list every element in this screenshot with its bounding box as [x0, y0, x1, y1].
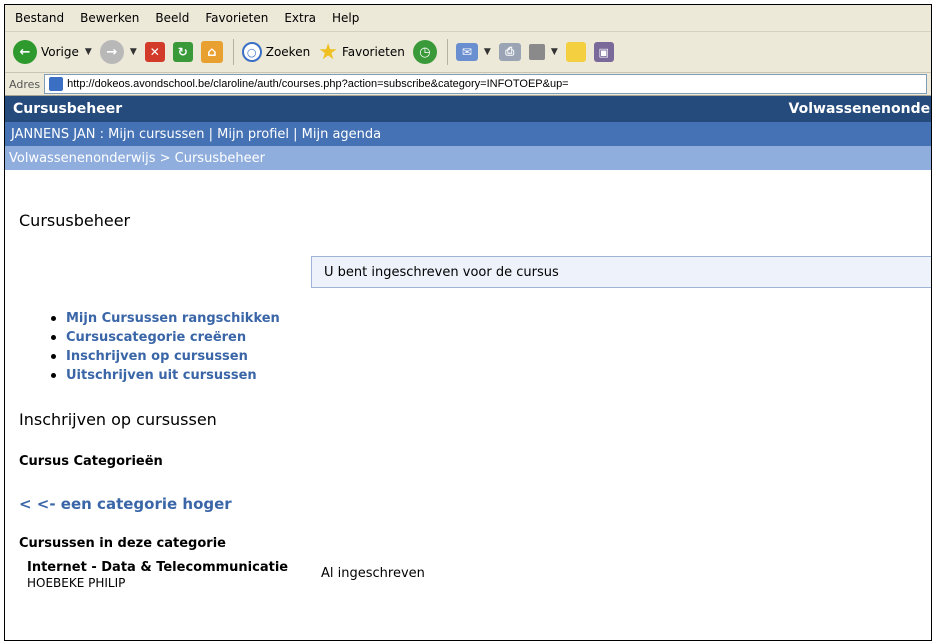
confirmation-message: U bent ingeschreven voor de cursus	[311, 256, 931, 288]
courses-heading: Cursussen in deze categorie	[19, 536, 226, 551]
menu-bewerken[interactable]: Bewerken	[80, 11, 139, 25]
printer-icon: ⎙	[498, 43, 521, 61]
breadcrumb: Volwassenenonderwijs > Cursusbeheer	[5, 146, 931, 170]
user-nav-bar: JANNENS JAN : Mijn cursussen | Mijn prof…	[5, 122, 931, 146]
forward-button[interactable]: → ▼	[99, 40, 137, 64]
breadcrumb-text[interactable]: Volwassenenonderwijs > Cursusbeheer	[9, 151, 265, 166]
back-label: Vorige	[41, 45, 79, 59]
menu-help[interactable]: Help	[332, 11, 359, 25]
note-icon	[565, 42, 586, 62]
confirmation-text: U bent ingeschreven voor de cursus	[324, 264, 559, 280]
link-label: Mijn Cursussen rangschikken	[66, 311, 280, 326]
books-icon: ▣	[593, 42, 614, 62]
star-icon: ★	[318, 39, 338, 65]
browser-window: Bestand Bewerken Beeld Favorieten Extra …	[4, 4, 932, 641]
menu-bestand[interactable]: Bestand	[15, 11, 64, 25]
subscribe-heading: Inschrijven op cursussen	[19, 410, 217, 429]
toolbar-separator	[232, 39, 234, 65]
search-label: Zoeken	[265, 45, 311, 59]
bullet	[51, 373, 56, 378]
link-subscribe[interactable]: Inschrijven op cursussen	[35, 347, 280, 366]
course-teacher: HOEBEKE PHILIP	[27, 576, 126, 590]
toolbar-separator	[446, 39, 448, 65]
link-sort-courses[interactable]: Mijn Cursussen rangschikken	[35, 309, 280, 328]
categories-heading: Cursus Categorieën	[19, 454, 163, 469]
course-status: Al ingeschreven	[321, 566, 425, 581]
favorites-label: Favorieten	[341, 45, 405, 59]
history-icon: ◷	[412, 40, 437, 64]
mail-icon: ✉	[455, 43, 478, 61]
site-header: Cursusbeheer Volwassenenonder	[5, 96, 931, 122]
stop-button[interactable]: ✕	[144, 42, 165, 62]
forward-arrow-icon: →	[99, 40, 124, 64]
user-nav-links[interactable]: JANNENS JAN : Mijn cursussen | Mijn prof…	[11, 127, 381, 142]
discuss-button[interactable]	[565, 42, 586, 62]
print-button[interactable]: ⎙	[498, 43, 521, 61]
mail-button[interactable]: ✉ ▼	[455, 43, 491, 61]
bullet	[51, 335, 56, 340]
address-label: Adres	[9, 77, 41, 91]
link-create-category[interactable]: Cursuscategorie creëren	[35, 328, 280, 347]
bullet	[51, 354, 56, 359]
address-bar: Adres http://dokeos.avondschool.be/claro…	[5, 73, 931, 96]
home-icon: ⌂	[200, 41, 223, 63]
history-button[interactable]: ◷	[412, 40, 437, 64]
favorites-button[interactable]: ★ Favorieten	[318, 40, 405, 65]
refresh-icon: ↻	[172, 42, 193, 62]
link-label: Uitschrijven uit cursussen	[66, 368, 257, 383]
link-label: Cursuscategorie creëren	[66, 330, 247, 345]
menu-beeld[interactable]: Beeld	[155, 11, 189, 25]
refresh-button[interactable]: ↻	[172, 42, 193, 62]
search-icon: ○	[241, 42, 262, 62]
page-icon	[49, 77, 64, 91]
menu-bar: Bestand Bewerken Beeld Favorieten Extra …	[5, 5, 931, 32]
action-links: Mijn Cursussen rangschikken Cursuscatego…	[35, 309, 280, 385]
header-title: Cursusbeheer	[13, 101, 123, 117]
address-input[interactable]: http://dokeos.avondschool.be/claroline/a…	[44, 74, 927, 94]
search-button[interactable]: ○ Zoeken	[241, 42, 311, 62]
link-label: Inschrijven op cursussen	[66, 349, 248, 364]
chevron-down-icon[interactable]: ▼	[551, 47, 558, 57]
chevron-down-icon[interactable]: ▼	[130, 47, 137, 57]
bullet	[51, 316, 56, 321]
stop-icon: ✕	[144, 42, 165, 62]
menu-extra[interactable]: Extra	[284, 11, 316, 25]
chevron-down-icon[interactable]: ▼	[484, 47, 491, 57]
edit-button[interactable]: ▼	[528, 44, 558, 60]
address-url: http://dokeos.avondschool.be/claroline/a…	[67, 78, 569, 90]
course-title: Internet - Data & Telecommunicatie	[27, 560, 289, 575]
link-unsubscribe[interactable]: Uitschrijven uit cursussen	[35, 366, 280, 385]
toolbar: ← Vorige ▼ → ▼ ✕ ↻ ⌂ ○ Zoeken ★ Favoriet…	[5, 32, 931, 73]
category-up-link[interactable]: < <- een categorie hoger	[19, 495, 232, 513]
page-title: Cursusbeheer	[19, 211, 131, 230]
header-org: Volwassenenonder	[788, 101, 932, 117]
edit-icon	[528, 44, 545, 60]
back-button[interactable]: ← Vorige ▼	[13, 40, 92, 64]
chevron-down-icon[interactable]: ▼	[85, 47, 92, 57]
back-arrow-icon: ←	[13, 40, 37, 64]
menu-favorieten[interactable]: Favorieten	[205, 11, 268, 25]
home-button[interactable]: ⌂	[200, 41, 223, 63]
research-button[interactable]: ▣	[593, 42, 614, 62]
